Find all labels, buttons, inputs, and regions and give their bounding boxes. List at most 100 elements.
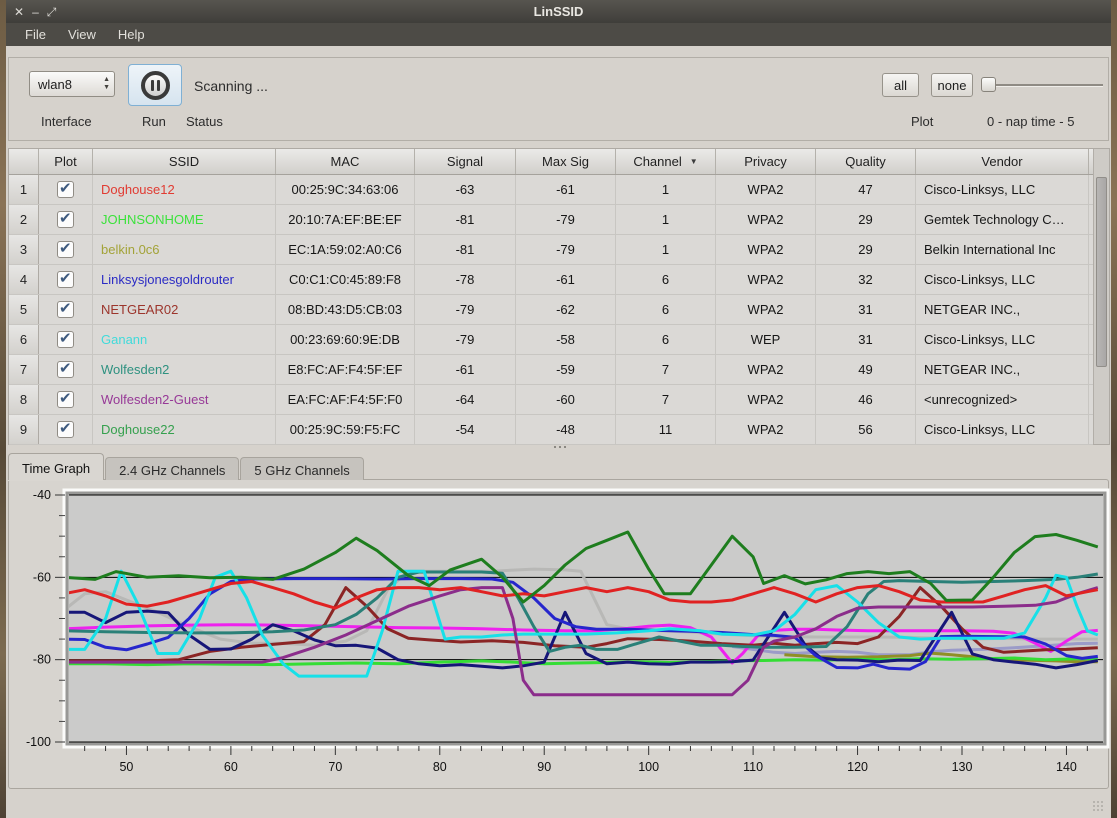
privacy-cell: WPA2 <box>716 385 816 414</box>
quality-cell: 31 <box>816 325 916 354</box>
plot-checkbox[interactable]: ✔ <box>39 385 93 414</box>
table-row[interactable]: 5✔NETGEAR0208:BD:43:D5:CB:03-79-626WPA23… <box>9 295 1093 325</box>
max-sig-cell: -58 <box>516 325 616 354</box>
splitter-handle[interactable] <box>6 445 1111 453</box>
column-header-signal[interactable]: Signal <box>415 149 516 174</box>
x-tick-label: 90 <box>537 760 551 774</box>
y-tick-label: -60 <box>33 570 51 584</box>
column-header-ssid[interactable]: SSID <box>93 149 276 174</box>
channel-cell: 6 <box>616 265 716 294</box>
privacy-cell: WPA2 <box>716 205 816 234</box>
quality-cell: 46 <box>816 385 916 414</box>
x-tick-label: 140 <box>1056 760 1077 774</box>
row-number: 4 <box>9 265 39 294</box>
vendor-cell: <unrecognized> <box>916 385 1089 414</box>
row-number: 6 <box>9 325 39 354</box>
channel-cell: 6 <box>616 325 716 354</box>
interface-select[interactable]: wlan8 ▲▼ <box>29 71 115 97</box>
slider-handle[interactable] <box>981 77 996 92</box>
column-header-channel[interactable]: Channel▼ <box>616 149 716 174</box>
channel-cell: 1 <box>616 235 716 264</box>
x-tick-label: 70 <box>328 760 342 774</box>
column-header-plot[interactable]: Plot <box>39 149 93 174</box>
nap-time-slider[interactable] <box>981 84 1103 87</box>
plot-checkbox[interactable]: ✔ <box>39 295 93 324</box>
tab-time-graph[interactable]: Time Graph <box>8 453 104 480</box>
corner-header-cell[interactable] <box>9 149 39 174</box>
plot-checkbox[interactable]: ✔ <box>57 181 74 198</box>
mac-cell: 00:25:9C:59:F5:FC <box>276 415 415 444</box>
menu-bar: File View Help <box>6 23 1111 46</box>
plot-checkbox[interactable]: ✔ <box>57 241 74 258</box>
signal-cell: -78 <box>415 265 516 294</box>
table-row[interactable]: 7✔Wolfesden2E8:FC:AF:F4:5F:EF-61-597WPA2… <box>9 355 1093 385</box>
plot-checkbox[interactable]: ✔ <box>57 421 74 438</box>
ssid-cell: Doghouse12 <box>93 175 276 204</box>
checkmark-icon: ✔ <box>59 269 72 287</box>
column-header-quality[interactable]: Quality <box>816 149 916 174</box>
spinner-arrows-icon[interactable]: ▲▼ <box>103 73 110 92</box>
checkmark-icon: ✔ <box>59 209 72 227</box>
table-row[interactable]: 6✔Ganann00:23:69:60:9E:DB-79-586WEP31Cis… <box>9 325 1093 355</box>
signal-cell: -81 <box>415 235 516 264</box>
mac-cell: 00:25:9C:34:63:06 <box>276 175 415 204</box>
table-row[interactable]: 3✔belkin.0c6EC:1A:59:02:A0:C6-81-791WPA2… <box>9 235 1093 265</box>
row-number: 9 <box>9 415 39 444</box>
table-row[interactable]: 2✔JOHNSONHOME20:10:7A:EF:BE:EF-81-791WPA… <box>9 205 1093 235</box>
tab-2-4-ghz-channels[interactable]: 2.4 GHz Channels <box>105 457 239 480</box>
table-body: 1✔Doghouse1200:25:9C:34:63:06-63-611WPA2… <box>9 175 1093 445</box>
y-tick-label: -100 <box>26 735 51 749</box>
plot-checkbox[interactable]: ✔ <box>39 235 93 264</box>
checkmark-icon: ✔ <box>59 389 72 407</box>
plot-checkbox[interactable]: ✔ <box>57 361 74 378</box>
table-row[interactable]: 4✔LinksysjonesgoldrouterC0:C1:C0:45:89:F… <box>9 265 1093 295</box>
row-number: 3 <box>9 235 39 264</box>
scrollbar-thumb[interactable] <box>1096 177 1107 367</box>
checkmark-icon: ✔ <box>59 239 72 257</box>
plot-checkbox[interactable]: ✔ <box>57 211 74 228</box>
column-header-mac[interactable]: MAC <box>276 149 415 174</box>
plot-checkbox[interactable]: ✔ <box>57 271 74 288</box>
row-number: 1 <box>9 175 39 204</box>
menu-file[interactable]: File <box>16 25 55 44</box>
column-header-max-sig[interactable]: Max Sig <box>516 149 616 174</box>
x-tick-label: 130 <box>952 760 973 774</box>
plot-checkbox[interactable]: ✔ <box>57 391 74 408</box>
plot-checkbox[interactable]: ✔ <box>57 331 74 348</box>
plot-none-button[interactable]: none <box>931 73 973 97</box>
column-header-privacy[interactable]: Privacy <box>716 149 816 174</box>
table-row[interactable]: 8✔Wolfesden2-GuestEA:FC:AF:F4:5F:F0-64-6… <box>9 385 1093 415</box>
checkmark-icon: ✔ <box>59 179 72 197</box>
column-header-vendor[interactable]: Vendor <box>916 149 1089 174</box>
mac-cell: 00:23:69:60:9E:DB <box>276 325 415 354</box>
table-scrollbar[interactable] <box>1093 149 1109 444</box>
vendor-cell: Belkin International Inc <box>916 235 1089 264</box>
channel-cell: 6 <box>616 295 716 324</box>
resize-grip-icon[interactable] <box>1093 801 1107 813</box>
menu-view[interactable]: View <box>59 25 105 44</box>
plot-checkbox[interactable]: ✔ <box>39 205 93 234</box>
mac-cell: 08:BD:43:D5:CB:03 <box>276 295 415 324</box>
plot-all-button[interactable]: all <box>882 73 919 97</box>
plot-checkbox[interactable]: ✔ <box>39 415 93 444</box>
plot-checkbox[interactable]: ✔ <box>39 175 93 204</box>
plot-checkbox[interactable]: ✔ <box>57 301 74 318</box>
toolbar: wlan8 ▲▼ Scanning ... all none Interface… <box>8 57 1109 141</box>
tab-5-ghz-channels[interactable]: 5 GHz Channels <box>240 457 363 480</box>
quality-cell: 49 <box>816 355 916 384</box>
table-row[interactable]: 9✔Doghouse2200:25:9C:59:F5:FC-54-4811WPA… <box>9 415 1093 445</box>
interface-value: wlan8 <box>38 77 72 92</box>
mac-cell: EA:FC:AF:F4:5F:F0 <box>276 385 415 414</box>
status-strip <box>6 789 1111 818</box>
max-sig-cell: -61 <box>516 175 616 204</box>
plot-checkbox[interactable]: ✔ <box>39 355 93 384</box>
table-row[interactable]: 1✔Doghouse1200:25:9C:34:63:06-63-611WPA2… <box>9 175 1093 205</box>
run-pause-button[interactable] <box>128 64 182 106</box>
quality-cell: 31 <box>816 295 916 324</box>
sort-indicator-icon: ▼ <box>690 157 698 166</box>
plot-checkbox[interactable]: ✔ <box>39 325 93 354</box>
menu-help[interactable]: Help <box>109 25 154 44</box>
privacy-cell: WPA2 <box>716 235 816 264</box>
plot-checkbox[interactable]: ✔ <box>39 265 93 294</box>
ssid-cell: Linksysjonesgoldrouter <box>93 265 276 294</box>
